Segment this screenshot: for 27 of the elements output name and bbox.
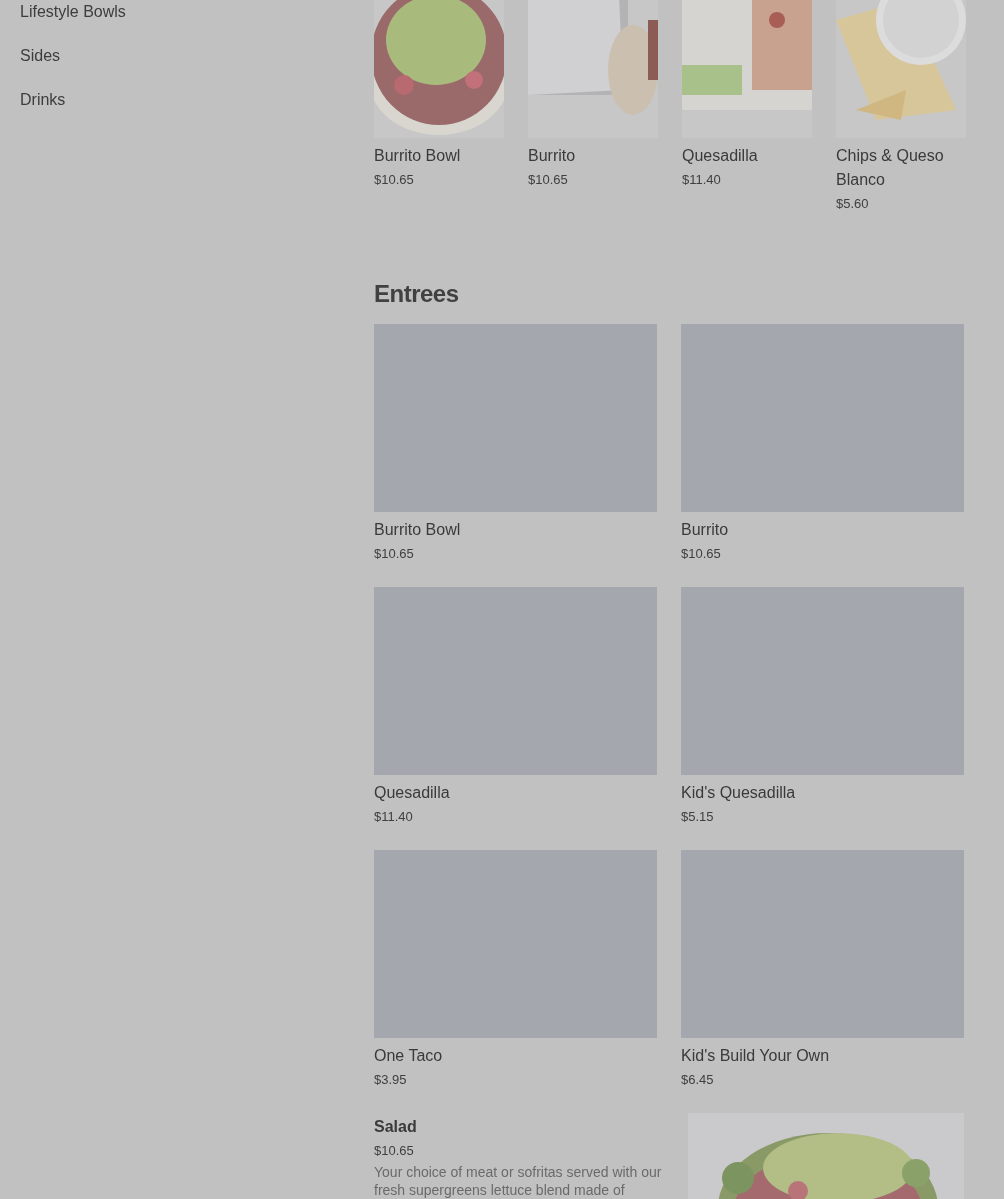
section-heading: Entrees bbox=[374, 280, 460, 308]
item-name[interactable]: Quesadilla bbox=[374, 781, 657, 805]
item-name[interactable]: Burrito Bowl bbox=[374, 144, 504, 168]
item-price: $11.40 bbox=[374, 808, 414, 826]
item-price: $5.15 bbox=[681, 808, 715, 826]
item-description: Your choice of meat or sofritas served with our fresh supergreens lettuce blend made of bbox=[374, 1163, 663, 1199]
item-name[interactable]: Burrito bbox=[681, 518, 964, 542]
item-price: $10.65 bbox=[681, 545, 722, 563]
item-name[interactable]: Burrito Bowl bbox=[374, 518, 657, 542]
sidebar-link[interactable]: Drinks bbox=[20, 78, 374, 122]
item-name[interactable]: Salad bbox=[374, 1115, 668, 1139]
item-price: $10.65 bbox=[374, 545, 415, 563]
item-name[interactable]: Burrito bbox=[528, 144, 658, 168]
item-price: $10.65 bbox=[374, 1142, 415, 1160]
item-price: $10.65 bbox=[528, 171, 569, 189]
item-name[interactable]: Kid's Build Your Own bbox=[681, 1044, 964, 1068]
sidebar-link[interactable]: Sides bbox=[20, 34, 374, 78]
item-price: $10.65 bbox=[374, 171, 415, 189]
item-price: $5.60 bbox=[836, 195, 870, 213]
item-name[interactable]: Chips & Queso Blanco bbox=[836, 144, 966, 192]
item-name[interactable]: One Taco bbox=[374, 1044, 657, 1068]
item-name[interactable]: Quesadilla bbox=[682, 144, 812, 168]
item-price: $11.40 bbox=[682, 171, 722, 189]
sidebar-link[interactable]: Lifestyle Bowls bbox=[20, 0, 374, 34]
item-price: $3.95 bbox=[374, 1071, 408, 1089]
item-price: $6.45 bbox=[681, 1071, 715, 1089]
item-name[interactable]: Kid's Quesadilla bbox=[681, 781, 964, 805]
